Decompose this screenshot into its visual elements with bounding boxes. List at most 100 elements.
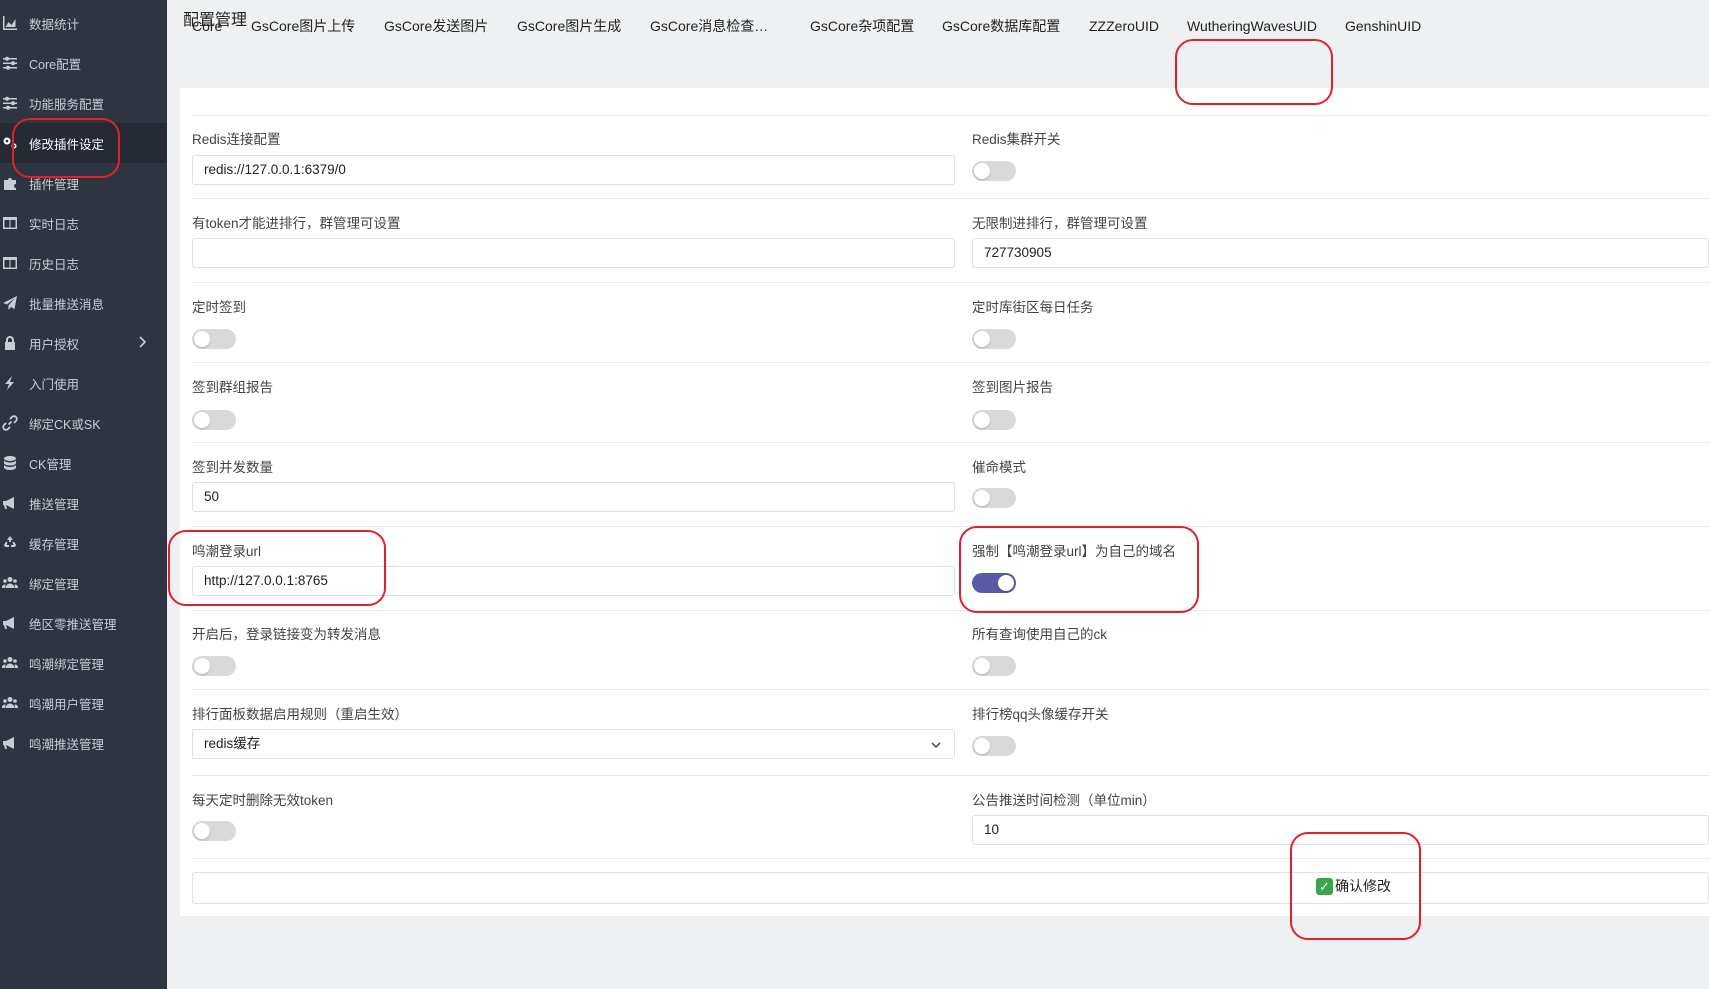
- sign-group-report-label: 签到群组报告: [192, 380, 273, 395]
- sidebar-item-bind-manage[interactable]: 绑定管理: [0, 563, 167, 603]
- scheduled-sign-toggle[interactable]: [192, 329, 236, 349]
- sign-concurrency-input[interactable]: 50: [192, 482, 955, 512]
- gears-icon: [1, 134, 19, 152]
- sliders-icon: [1, 94, 19, 112]
- check-icon: ✓: [1316, 877, 1333, 895]
- delete-token-label: 每天定时删除无效token: [192, 793, 334, 808]
- delete-token-toggle[interactable]: [192, 821, 236, 841]
- lock-icon: [1, 334, 19, 352]
- row-divider: [192, 775, 1709, 776]
- sign-image-report-label: 签到图片报告: [972, 380, 1053, 395]
- columns-icon: [1, 214, 19, 232]
- redis-cluster-label: Redis集群开关: [972, 132, 1061, 147]
- link-icon: [1, 414, 19, 432]
- sidebar-item-label: 历史日志: [29, 257, 80, 272]
- own-ck-label: 所有查询使用自己的ck: [972, 627, 1107, 642]
- sidebar-item-data-stats[interactable]: 数据统计: [0, 3, 167, 43]
- tab-gscore-database[interactable]: GsCore数据库配置: [942, 0, 1060, 44]
- sidebar-item-ww-user[interactable]: 鸣潮用户管理: [0, 683, 167, 723]
- sidebar-item-ww-push[interactable]: 鸣潮推送管理: [0, 723, 167, 763]
- sidebar-item-core-config[interactable]: Core配置: [0, 43, 167, 83]
- tab-gscore-send-image[interactable]: GsCore发送图片: [384, 0, 488, 44]
- token-rank-label: 有token才能进排行，群管理可设置: [192, 216, 401, 231]
- sliders-icon: [1, 54, 19, 72]
- unlimited-rank-label: 无限制进排行，群管理可设置: [972, 216, 1148, 231]
- tab-gscore-image-gen[interactable]: GsCore图片生成: [517, 0, 621, 44]
- scheduled-daily-toggle[interactable]: [972, 329, 1016, 349]
- sidebar-item-ck-manage[interactable]: CK管理: [0, 443, 167, 483]
- unlimited-rank-input[interactable]: 727730905: [972, 238, 1709, 268]
- tab-core[interactable]: Core: [192, 0, 222, 44]
- sidebar-item-push-manage[interactable]: 推送管理: [0, 483, 167, 523]
- users-icon: [1, 574, 19, 592]
- database-icon: [1, 454, 19, 472]
- avatar-cache-label: 排行榜qq头像缓存开关: [972, 707, 1109, 722]
- sidebar-item-label: 插件管理: [29, 177, 80, 192]
- sidebar-item-label: 鸣潮推送管理: [29, 737, 105, 752]
- sign-group-report-toggle[interactable]: [192, 410, 236, 430]
- tab-gscore-misc[interactable]: GsCore杂项配置: [810, 0, 914, 44]
- sidebar-item-plugin-manage[interactable]: 插件管理: [0, 163, 167, 203]
- redis-cluster-toggle[interactable]: [972, 161, 1016, 181]
- sidebar-item-getting-started[interactable]: 入门使用: [0, 363, 167, 403]
- tab-gscore-image-upload[interactable]: GsCore图片上传: [251, 0, 355, 44]
- tab-zzzero-uid[interactable]: ZZZeroUID: [1089, 0, 1159, 44]
- sidebar-item-label: 用户授权: [29, 337, 80, 352]
- sidebar-item-realtime-log[interactable]: 实时日志: [0, 203, 167, 243]
- rank-rule-label: 排行面板数据启用规则（重启生效）: [192, 707, 408, 722]
- sign-concurrency-label: 签到并发数量: [192, 460, 273, 475]
- sidebar-item-label: 推送管理: [29, 497, 80, 512]
- tab-gscore-msg-check[interactable]: GsCore消息检查…: [650, 0, 768, 44]
- sidebar-item-service-config[interactable]: 功能服务配置: [0, 83, 167, 123]
- chevron-down-icon: [931, 742, 941, 749]
- confirm-button[interactable]: ✓ 确认修改: [1316, 876, 1391, 896]
- row-divider: [192, 689, 1709, 690]
- sidebar: 数据统计 Core配置 功能服务配置 修改插件设定 插件管理 实时日志 历史日志…: [0, 0, 167, 989]
- sidebar-item-ww-bind[interactable]: 鸣潮绑定管理: [0, 643, 167, 683]
- sidebar-item-label: Core配置: [29, 57, 82, 72]
- row-divider: [192, 526, 1709, 527]
- sidebar-item-label: 入门使用: [29, 377, 80, 392]
- redis-conn-label: Redis连接配置: [192, 132, 281, 147]
- avatar-cache-toggle[interactable]: [972, 736, 1016, 756]
- sidebar-item-plugin-settings[interactable]: 修改插件设定: [0, 123, 167, 163]
- sidebar-item-label: CK管理: [29, 457, 72, 472]
- notice-interval-input[interactable]: 10: [972, 815, 1709, 845]
- columns-icon: [1, 254, 19, 272]
- sidebar-item-cache-manage[interactable]: 缓存管理: [0, 523, 167, 563]
- sign-image-report-toggle[interactable]: [972, 410, 1016, 430]
- rank-rule-select[interactable]: redis缓存: [192, 729, 955, 759]
- users-icon: [1, 654, 19, 672]
- tab-wutheringwaves-uid[interactable]: WutheringWavesUID: [1187, 0, 1317, 44]
- login-url-input[interactable]: http://127.0.0.1:8765: [192, 566, 955, 596]
- redis-conn-input[interactable]: redis://127.0.0.1:6379/0: [192, 155, 955, 185]
- forward-msg-toggle[interactable]: [192, 656, 236, 676]
- sidebar-item-label: 绝区零推送管理: [29, 617, 117, 632]
- megaphone-icon: [1, 734, 19, 752]
- sidebar-item-zzz-push[interactable]: 绝区零推送管理: [0, 603, 167, 643]
- sidebar-item-label: 缓存管理: [29, 537, 80, 552]
- force-domain-toggle[interactable]: [972, 573, 1016, 593]
- sidebar-item-batch-push[interactable]: 批量推送消息: [0, 283, 167, 323]
- send-icon: [1, 294, 19, 312]
- form-footer-bar: [192, 872, 1709, 904]
- urge-mode-toggle[interactable]: [972, 488, 1016, 508]
- scheduled-daily-label: 定时库街区每日任务: [972, 300, 1094, 315]
- puzzle-icon: [1, 174, 19, 192]
- sidebar-item-label: 绑定CK或SK: [29, 417, 101, 432]
- notice-interval-label: 公告推送时间检测（单位min）: [972, 793, 1156, 808]
- recycle-icon: [1, 534, 19, 552]
- row-divider: [192, 362, 1709, 363]
- token-rank-input[interactable]: [192, 238, 955, 268]
- scheduled-sign-label: 定时签到: [192, 300, 246, 315]
- own-ck-toggle[interactable]: [972, 656, 1016, 676]
- row-divider: [192, 115, 1709, 116]
- sidebar-item-bind-ck[interactable]: 绑定CK或SK: [0, 403, 167, 443]
- megaphone-icon: [1, 494, 19, 512]
- sidebar-item-user-auth[interactable]: 用户授权: [0, 323, 167, 363]
- sidebar-item-history-log[interactable]: 历史日志: [0, 243, 167, 283]
- row-divider: [192, 282, 1709, 283]
- tab-genshin-uid[interactable]: GenshinUID: [1345, 0, 1421, 44]
- chart-icon: [1, 14, 19, 32]
- confirm-button-label: 确认修改: [1335, 878, 1391, 894]
